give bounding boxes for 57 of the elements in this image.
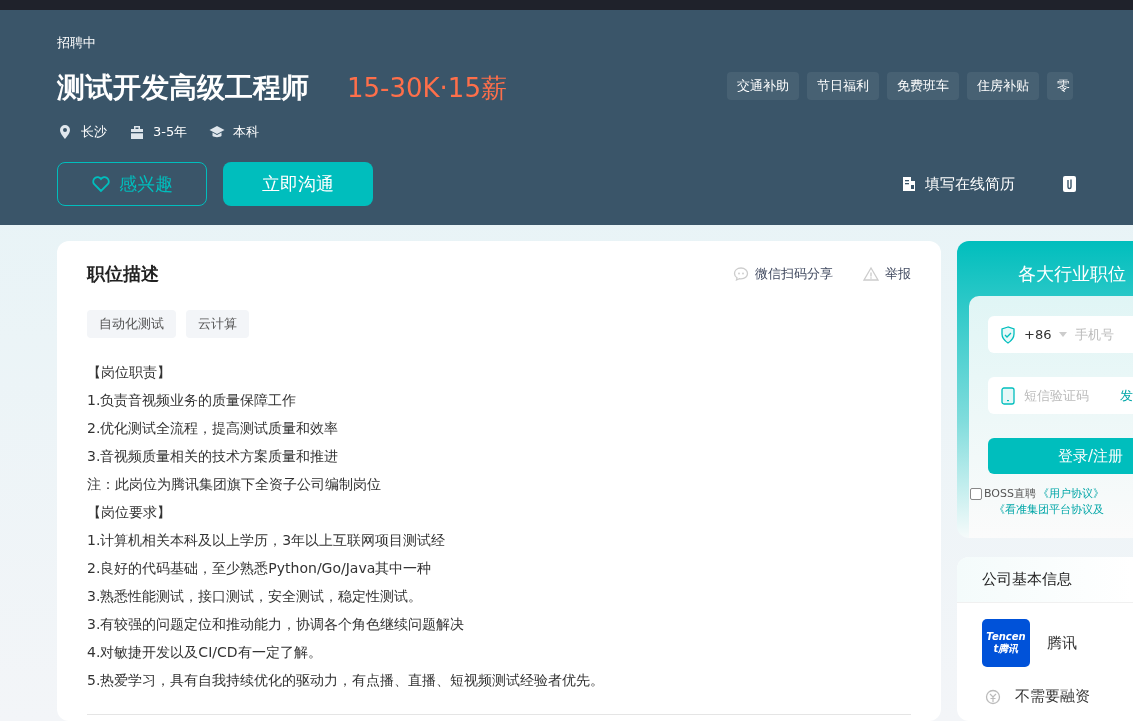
benefit-tag: 零 [1047,72,1073,100]
phone-field[interactable]: +86 手机号 [988,316,1133,353]
description-line: 【岗位要求】 [87,503,172,522]
salary: 15-30K·15薪 [347,72,507,105]
resume-link[interactable]: 填写在线简历 [901,174,1015,194]
code-field[interactable]: 短信验证码 发 [988,377,1133,414]
report-link[interactable]: 举报 [863,265,911,283]
job-title: 测试开发高级工程师 [57,70,309,106]
location-pin-icon [57,124,73,140]
company-name[interactable]: 腾讯 [1047,633,1077,653]
job-requirement: 本科 [233,123,260,141]
skill-tag: 云计算 [186,310,249,338]
country-code[interactable]: +86 [1024,327,1068,342]
login-button[interactable]: 登录/注册 [988,438,1133,474]
description-line: 4.对敏捷开发以及CI/CD有一定了解。 [87,643,323,662]
funding-icon [985,688,1001,705]
logo-text: Tencent腾讯 [985,631,1027,655]
description-line: 3.有较强的问题定位和推动能力，协调各个角色继续问题解决 [87,615,466,634]
funding-stage: 不需要融资 [1015,687,1090,706]
send-code-link[interactable]: 发 [1120,386,1133,405]
description-line: 5.热爱学习，具有自我持续优化的驱动力，有点播、直播、短视频测试经验者优先。 [87,671,606,690]
share-link[interactable]: 微信扫码分享 [733,265,833,283]
description-line: 1.计算机相关本科及以上学历，3年以上互联网项目测试经 [87,531,447,550]
description-line: 【岗位职责】 [87,363,172,382]
agreement-link[interactable]: 《用户协议》 [1038,486,1104,502]
login-title: 各大行业职位 [1018,262,1127,286]
agreement-checkbox[interactable] [970,488,982,500]
job-requirement: 3-5年 [153,123,188,141]
document-icon [901,176,917,192]
description-line: 3.音视频质量相关的技术方案质量和推进 [87,447,340,466]
description-line: 1.负责音视频业务的质量保障工作 [87,391,298,410]
benefit-tag: 节日福利 [807,72,879,100]
description-line: 3.熟悉性能测试，接口测试，安全测试，稳定性测试。 [87,587,424,606]
description-line: 2.良好的代码基础，至少熟悉Python/Go/Java其中一种 [87,559,433,578]
warning-icon [863,266,879,282]
company-heading: 公司基本信息 [957,557,1133,603]
briefcase-icon [129,124,145,140]
agreement-text: BOSS直聘 [984,486,1036,502]
chat-bubble-icon [733,266,749,282]
paperclip-icon [1063,176,1076,192]
job-status: 招聘中 [57,34,96,52]
phone-icon [1000,386,1016,405]
section-title: 职位描述 [87,262,159,286]
graduation-cap-icon [209,124,226,140]
skill-tag: 自动化测试 [87,310,176,338]
job-requirement: 长沙 [81,123,107,141]
heart-icon [91,174,111,194]
agreement-link[interactable]: 《看准集团平台协议及 [994,502,1104,518]
benefit-tag: 免费班车 [887,72,959,100]
chat-button[interactable]: 立即沟通 [223,162,373,206]
description-line: 注：此岗位为腾讯集团旗下全资子公司编制岗位 [87,475,382,494]
benefit-tag: 住房补贴 [967,72,1039,100]
interest-button[interactable]: 感兴趣 [57,162,207,206]
benefit-tag: 交通补助 [727,72,799,100]
description-line: 2.优化测试全流程，提高测试质量和效率 [87,419,340,438]
shield-icon [1000,325,1016,344]
caret-icon [1059,332,1068,337]
